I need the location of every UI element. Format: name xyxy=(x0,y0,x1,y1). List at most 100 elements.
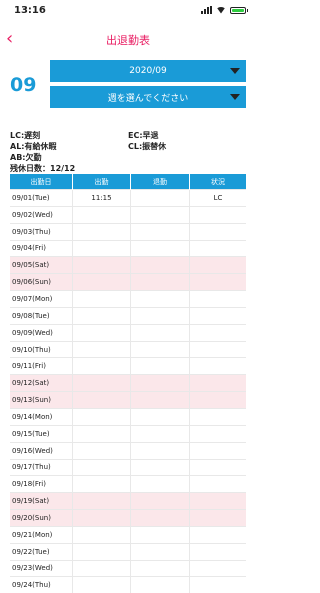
row-date: 09/02(Wed) xyxy=(10,206,73,223)
table-row[interactable]: 09/01(Tue)11:15LC xyxy=(10,190,246,207)
row-status xyxy=(190,375,247,392)
chevron-left-icon[interactable]: ‹ xyxy=(6,28,13,50)
row-clock-out xyxy=(131,307,190,324)
row-clock-in xyxy=(73,526,131,543)
table-row[interactable]: 09/20(Sun) xyxy=(10,510,246,527)
row-clock-out xyxy=(131,442,190,459)
row-clock-in xyxy=(73,375,131,392)
row-clock-out xyxy=(131,291,190,308)
row-clock-in xyxy=(73,240,131,257)
row-clock-out xyxy=(131,392,190,409)
battery-icon xyxy=(230,7,246,14)
row-clock-in xyxy=(73,206,131,223)
row-clock-out xyxy=(131,577,190,593)
table-row[interactable]: 09/07(Mon) xyxy=(10,291,246,308)
row-clock-out xyxy=(131,375,190,392)
table-row[interactable]: 09/10(Thu) xyxy=(10,341,246,358)
row-status xyxy=(190,408,247,425)
row-clock-in xyxy=(73,257,131,274)
table-row[interactable]: 09/14(Mon) xyxy=(10,408,246,425)
table-row[interactable]: 09/18(Fri) xyxy=(10,476,246,493)
table-row[interactable]: 09/06(Sun) xyxy=(10,274,246,291)
table-row[interactable]: 09/11(Fri) xyxy=(10,358,246,375)
row-clock-out xyxy=(131,324,190,341)
caret-down-icon xyxy=(230,94,240,100)
row-date: 09/23(Wed) xyxy=(10,560,73,577)
row-clock-in xyxy=(73,543,131,560)
row-date: 09/07(Mon) xyxy=(10,291,73,308)
row-clock-out xyxy=(131,358,190,375)
table-row[interactable]: 09/15(Tue) xyxy=(10,425,246,442)
row-clock-out xyxy=(131,223,190,240)
table-row[interactable]: 09/16(Wed) xyxy=(10,442,246,459)
row-date: 09/11(Fri) xyxy=(10,358,73,375)
row-status xyxy=(190,425,247,442)
table-row[interactable]: 09/04(Fri) xyxy=(10,240,246,257)
attendance-table: 出勤日 出勤 退勤 状況 09/01(Tue)11:15LC09/02(Wed)… xyxy=(10,174,246,593)
row-clock-in xyxy=(73,510,131,527)
table-row[interactable]: 09/03(Thu) xyxy=(10,223,246,240)
row-clock-out xyxy=(131,526,190,543)
row-date: 09/06(Sun) xyxy=(10,274,73,291)
header-clock-out: 退勤 xyxy=(131,174,190,190)
legend-lc: LC:遅刻 xyxy=(10,130,128,141)
row-status xyxy=(190,392,247,409)
table-row[interactable]: 09/02(Wed) xyxy=(10,206,246,223)
row-date: 09/05(Sat) xyxy=(10,257,73,274)
header-status: 状況 xyxy=(190,174,247,190)
legend-ec: EC:早退 xyxy=(128,130,159,141)
row-status xyxy=(190,459,247,476)
month-select[interactable]: 2020/09 xyxy=(50,60,246,82)
row-status xyxy=(190,206,247,223)
table-row[interactable]: 09/21(Mon) xyxy=(10,526,246,543)
legend-ab: AB:欠勤 xyxy=(10,152,128,163)
remaining-leave: 残休日数：12/12 xyxy=(10,163,128,174)
table-row[interactable]: 09/09(Wed) xyxy=(10,324,246,341)
row-clock-out xyxy=(131,543,190,560)
table-row[interactable]: 09/12(Sat) xyxy=(10,375,246,392)
nav-bar: ‹ 出退勤表 xyxy=(0,20,256,60)
table-row[interactable]: 09/23(Wed) xyxy=(10,560,246,577)
row-clock-out xyxy=(131,206,190,223)
row-date: 09/04(Fri) xyxy=(10,240,73,257)
row-clock-out xyxy=(131,190,190,207)
row-date: 09/10(Thu) xyxy=(10,341,73,358)
legend: LC:遅刻 EC:早退 AL:有給休暇 CL:振替休 AB:欠勤 残休日数：12… xyxy=(0,124,256,174)
caret-down-icon xyxy=(230,68,240,74)
row-clock-in xyxy=(73,425,131,442)
legend-al: AL:有給休暇 xyxy=(10,141,128,152)
week-select[interactable]: 週を選んでください xyxy=(50,86,246,108)
table-row[interactable]: 09/13(Sun) xyxy=(10,392,246,409)
row-clock-out xyxy=(131,425,190,442)
row-status xyxy=(190,577,247,593)
row-status xyxy=(190,358,247,375)
row-clock-in xyxy=(73,392,131,409)
row-date: 09/15(Tue) xyxy=(10,425,73,442)
row-date: 09/16(Wed) xyxy=(10,442,73,459)
row-date: 09/24(Thu) xyxy=(10,577,73,593)
table-row[interactable]: 09/19(Sat) xyxy=(10,493,246,510)
row-clock-in xyxy=(73,358,131,375)
row-status xyxy=(190,526,247,543)
row-clock-out xyxy=(131,493,190,510)
row-clock-out xyxy=(131,510,190,527)
table-row[interactable]: 09/24(Thu) xyxy=(10,577,246,593)
row-clock-in xyxy=(73,577,131,593)
row-clock-in xyxy=(73,560,131,577)
row-clock-in xyxy=(73,408,131,425)
row-status xyxy=(190,274,247,291)
table-row[interactable]: 09/05(Sat) xyxy=(10,257,246,274)
row-clock-in xyxy=(73,442,131,459)
row-clock-out xyxy=(131,240,190,257)
row-clock-in xyxy=(73,324,131,341)
table-row[interactable]: 09/17(Thu) xyxy=(10,459,246,476)
row-status xyxy=(190,341,247,358)
table-row[interactable]: 09/22(Tue) xyxy=(10,543,246,560)
row-clock-in: 11:15 xyxy=(73,190,131,207)
table-row[interactable]: 09/08(Tue) xyxy=(10,307,246,324)
row-status: LC xyxy=(190,190,247,207)
row-clock-out xyxy=(131,257,190,274)
row-clock-in xyxy=(73,274,131,291)
row-status xyxy=(190,560,247,577)
row-clock-out xyxy=(131,560,190,577)
